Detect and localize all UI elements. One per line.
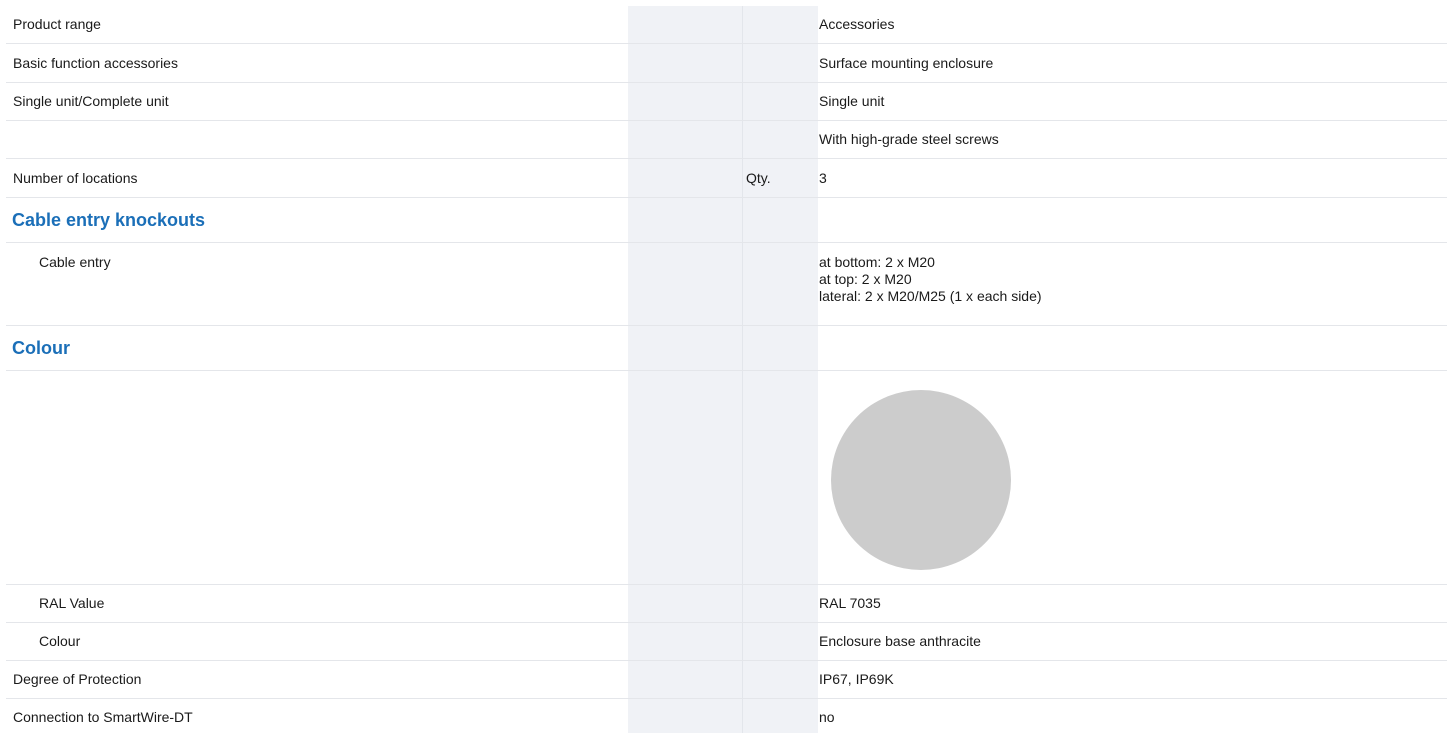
section-heading: Cable entry knockouts bbox=[12, 210, 206, 230]
row-label: Product range bbox=[13, 16, 101, 32]
row-label: RAL Value bbox=[39, 595, 105, 611]
spec-row-cable-entry: Cable entry at bottom: 2 x M20 at top: 2… bbox=[6, 243, 1447, 326]
row-label: Number of locations bbox=[13, 170, 138, 186]
row-value: Single unit bbox=[819, 93, 885, 109]
section-heading: Colour bbox=[12, 338, 70, 358]
section-heading-row-cable-entry: Cable entry knockouts bbox=[6, 198, 1447, 243]
row-label: Single unit/Complete unit bbox=[13, 93, 169, 109]
row-value: Enclosure base anthracite bbox=[819, 633, 981, 649]
row-value: 3 bbox=[819, 170, 827, 186]
product-spec-table: Product range Accessories Basic function… bbox=[6, 6, 1447, 733]
spec-row-screws: With high-grade steel screws bbox=[6, 121, 1447, 159]
cable-entry-line: lateral: 2 x M20/M25 (1 x each side) bbox=[819, 288, 1042, 304]
cable-entry-line: at top: 2 x M20 bbox=[819, 271, 912, 287]
row-label: Colour bbox=[39, 633, 81, 649]
spec-row-colour-swatch bbox=[6, 371, 1447, 585]
row-value: RAL 7035 bbox=[819, 595, 881, 611]
section-heading-row-colour: Colour bbox=[6, 326, 1447, 371]
spec-row-single-unit: Single unit/Complete unit Single unit bbox=[6, 83, 1447, 121]
spec-row-product-range: Product range Accessories bbox=[6, 6, 1447, 44]
row-value: Surface mounting enclosure bbox=[819, 55, 994, 71]
cable-entry-line: at bottom: 2 x M20 bbox=[819, 254, 935, 270]
row-value: Accessories bbox=[819, 16, 895, 32]
row-label: Degree of Protection bbox=[13, 671, 142, 687]
spec-row-smartwire: Connection to SmartWire-DT no bbox=[6, 699, 1447, 733]
spec-row-ral-value: RAL Value RAL 7035 bbox=[6, 585, 1447, 623]
row-value: With high-grade steel screws bbox=[819, 131, 999, 147]
row-unit: Qty. bbox=[746, 170, 771, 186]
spec-row-colour: Colour Enclosure base anthracite bbox=[6, 623, 1447, 661]
row-label: Cable entry bbox=[39, 254, 111, 270]
spec-row-degree-of-protection: Degree of Protection IP67, IP69K bbox=[6, 661, 1447, 699]
row-label: Connection to SmartWire-DT bbox=[13, 709, 193, 725]
spec-row-basic-function: Basic function accessories Surface mount… bbox=[6, 44, 1447, 83]
row-value: IP67, IP69K bbox=[819, 671, 894, 687]
colour-swatch-circle bbox=[831, 390, 1011, 570]
spec-row-number-of-locations: Number of locations Qty. 3 bbox=[6, 159, 1447, 198]
row-label: Basic function accessories bbox=[13, 55, 178, 71]
row-value: no bbox=[819, 709, 835, 725]
